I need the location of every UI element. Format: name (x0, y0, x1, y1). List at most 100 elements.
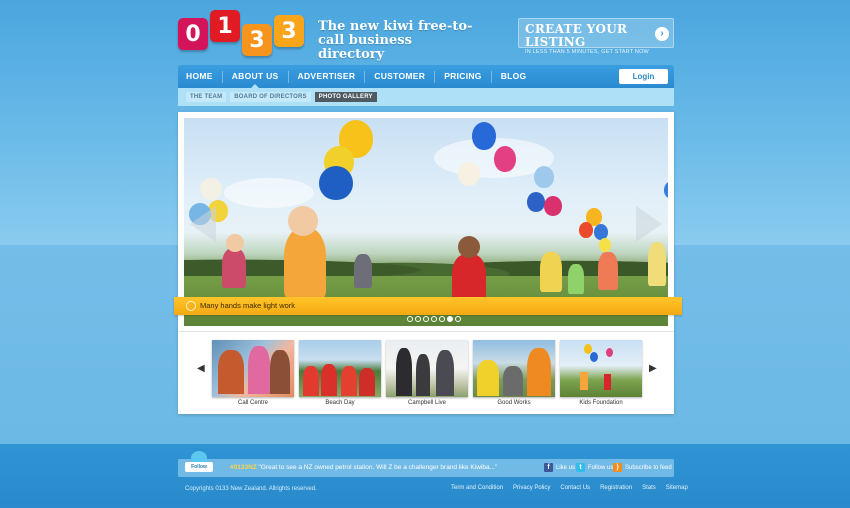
slider-dot[interactable] (423, 316, 429, 322)
slider-dot[interactable] (439, 316, 445, 322)
child-head (288, 206, 318, 236)
slide-caption-bar: Many hands make light work (174, 297, 682, 315)
hero-slider (184, 118, 668, 326)
footer-link-terms[interactable]: Term and Condition (451, 485, 503, 491)
subnav-item-photo-gallery[interactable]: PHOTO GALLERY (314, 92, 377, 102)
gallery-item-label: Beach Day (325, 400, 355, 406)
slider-pagination (407, 316, 461, 322)
twitter-icon: t (576, 463, 585, 472)
thumbnail-image (212, 340, 294, 397)
rss-icon: ) (613, 463, 622, 472)
facebook-link[interactable]: f Like us (544, 463, 575, 472)
slider-dot[interactable] (407, 316, 413, 322)
thumbnail-image (386, 340, 468, 397)
login-button[interactable]: Login (619, 69, 668, 84)
gallery-item-call-centre[interactable]: Call Centre (212, 340, 294, 406)
slide-caption: Many hands make light work (200, 301, 296, 310)
facebook-icon: f (544, 463, 553, 472)
arrow-right-icon: › (655, 27, 669, 41)
child-figure (568, 264, 584, 294)
gallery-item-campbell-live[interactable]: Campbell Live (386, 340, 468, 406)
nav-item-customer[interactable]: CUSTOMER (365, 65, 434, 88)
slider-dot[interactable] (415, 316, 421, 322)
balloon (579, 222, 593, 238)
balloon (534, 166, 554, 188)
logo-digit: 3 (242, 24, 272, 56)
footer-link-stats[interactable]: Stats (642, 485, 656, 491)
balloon (472, 122, 496, 150)
cta-title: CREATE YOUR LISTING (525, 22, 628, 49)
main-nav: HOME ABOUT US ADVERTISER CUSTOMER PRICIN… (178, 65, 674, 88)
logo-digit: 1 (210, 10, 240, 42)
balloon (544, 196, 562, 216)
gear-icon (186, 301, 196, 311)
slider-prev-arrow-icon[interactable] (190, 206, 216, 242)
tweet-text: "Great to see a NZ owned petrol station.… (256, 464, 498, 471)
footer-link-contact[interactable]: Contact Us (560, 485, 590, 491)
child-figure (222, 248, 246, 288)
social-label: Follow us (588, 464, 614, 471)
child-figure (598, 252, 618, 290)
subnav-item-the-team[interactable]: THE TEAM (186, 92, 227, 102)
site-logo[interactable]: 0 1 3 3 (178, 10, 304, 56)
twitter-bird-icon[interactable]: Follow (185, 451, 213, 477)
balloon (527, 192, 545, 212)
photo-gallery: Call Centre Beach Day Campbell Live Good… (212, 340, 642, 406)
balloon (494, 146, 516, 172)
gallery-item-label: Good Works (497, 400, 531, 406)
subnav-item-board-of-directors[interactable]: BOARD OF DIRECTORS (230, 92, 311, 102)
logo-digit: 3 (274, 15, 304, 47)
gallery-item-label: Campbell Live (407, 400, 447, 406)
follow-badge: Follow (185, 462, 213, 472)
create-listing-button[interactable]: CREATE YOUR LISTING IN LESS THAN 5 MINUT… (518, 18, 674, 55)
cloud (224, 178, 314, 208)
child-figure (452, 254, 486, 302)
gallery-item-beach-day[interactable]: Beach Day (299, 340, 381, 406)
logo-digit: 0 (178, 18, 208, 50)
gallery-item-kids-foundation[interactable]: Kids Foundation (560, 340, 642, 406)
balloon (319, 166, 353, 200)
balloon (458, 162, 480, 186)
slider-dot[interactable] (455, 316, 461, 322)
thumbnail-image (560, 340, 642, 397)
balloon (200, 178, 222, 200)
slider-dot-active[interactable] (447, 316, 453, 322)
tweet-handle: #0133NZ (230, 464, 257, 471)
child-figure (648, 242, 666, 286)
twitter-link[interactable]: t Follow us (576, 463, 613, 472)
gallery-item-label: Kids Foundation (579, 400, 623, 406)
divider (178, 331, 674, 332)
footer-links: Term and Condition Privacy Policy Contac… (451, 485, 688, 491)
balloon (664, 182, 668, 198)
slider-next-arrow-icon[interactable] (636, 206, 662, 242)
cta-subtitle: IN LESS THAN 5 MINUTES, GET START NOW (525, 49, 649, 55)
child-figure (354, 254, 372, 288)
sub-nav: THE TEAM BOARD OF DIRECTORS PHOTO GALLER… (178, 88, 674, 106)
nav-item-home[interactable]: HOME (178, 65, 222, 88)
latest-tweet[interactable]: #0133NZ "Great to see a NZ owned petrol … (230, 464, 497, 471)
thumbnail-image (299, 340, 381, 397)
social-label: Like us (556, 464, 576, 471)
slider-dot[interactable] (431, 316, 437, 322)
footer-link-sitemap[interactable]: Sitemap (666, 485, 688, 491)
footer-link-privacy[interactable]: Privacy Policy (513, 485, 550, 491)
rss-link[interactable]: ) Subscribe to feed (613, 463, 672, 472)
gallery-prev-icon[interactable]: ◀ (197, 363, 205, 374)
gallery-item-good-works[interactable]: Good Works (473, 340, 555, 406)
footer-link-registration[interactable]: Registration (600, 485, 632, 491)
nav-item-advertiser[interactable]: ADVERTISER (289, 65, 365, 88)
child-figure (540, 252, 562, 292)
nav-item-blog[interactable]: BLOG (492, 65, 536, 88)
child-head (458, 236, 480, 258)
social-label: Subscribe to feed (625, 464, 672, 471)
nav-item-pricing[interactable]: PRICING (435, 65, 491, 88)
gallery-item-label: Call Centre (237, 400, 268, 406)
child-figure (284, 228, 326, 298)
gallery-next-icon[interactable]: ▶ (649, 363, 657, 374)
copyright-text: Copyrights 0133 New Zealand. Allrights r… (185, 486, 317, 492)
nav-item-about-us[interactable]: ABOUT US (223, 65, 288, 88)
thumbnail-image (473, 340, 555, 397)
site-tagline: The new kiwi free-to-call business direc… (318, 19, 473, 62)
balloon (599, 238, 611, 252)
child-head (226, 234, 244, 252)
